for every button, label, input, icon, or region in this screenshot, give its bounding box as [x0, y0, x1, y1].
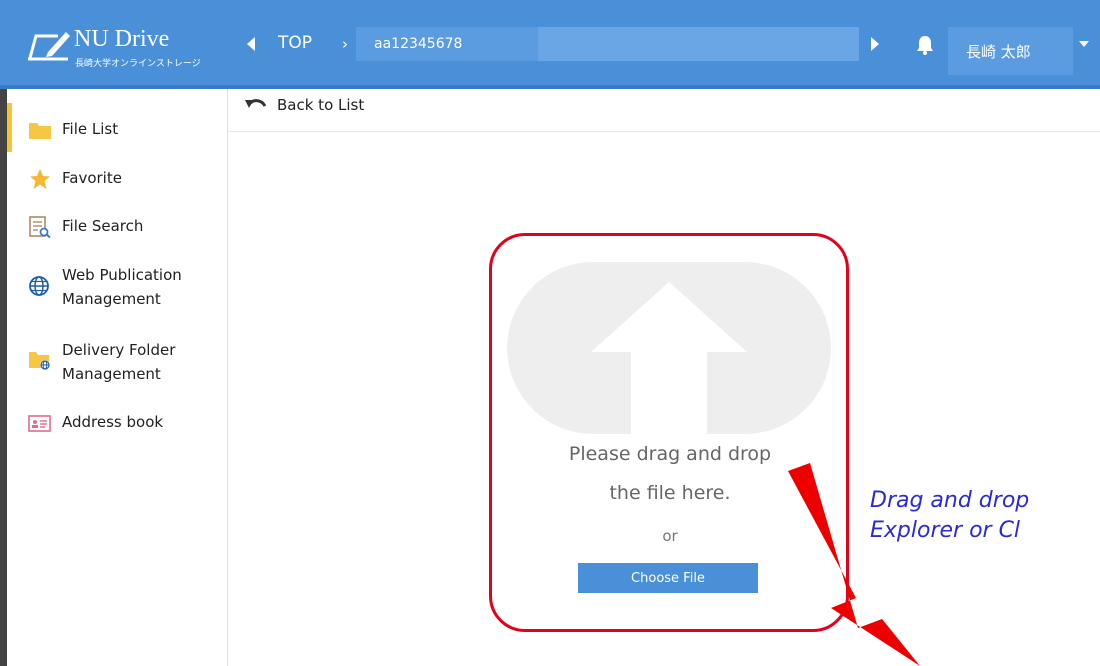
nu-drive-logo[interactable]: NU Drive 長崎大学オンラインストレージ	[28, 24, 228, 70]
file-search-icon	[29, 216, 51, 238]
sidebar-item-label: Address book	[62, 413, 164, 431]
nav-forward-arrow-icon[interactable]	[868, 35, 882, 53]
annotation-arrow-icon	[788, 463, 920, 666]
sidebar-item-label-line-1: Delivery Folder	[62, 341, 176, 359]
user-name[interactable]: 長崎 太郎	[966, 41, 1031, 62]
globe-icon	[29, 276, 49, 296]
breadcrumb-current[interactable]: aa12345678	[374, 36, 462, 52]
choose-file-button[interactable]: Choose File	[578, 563, 758, 593]
undo-arrow-icon[interactable]	[244, 96, 268, 114]
window-left-edge	[0, 89, 7, 666]
sidebar-item-label-line-1: Web Publication	[62, 266, 182, 284]
breadcrumb-top[interactable]: TOP	[278, 33, 312, 53]
nav-back-arrow-icon[interactable]	[244, 35, 258, 53]
logo-title: NU Drive	[74, 26, 170, 52]
sidebar-item-label: Favorite	[62, 169, 122, 187]
folder-icon	[29, 123, 51, 139]
back-to-list-link[interactable]: Back to List	[277, 96, 364, 114]
drop-instruction-line-1: Please drag and drop	[568, 443, 772, 465]
delivery-folder-icon	[29, 352, 50, 370]
sidebar-item-label-line-2: Management	[62, 290, 161, 308]
sidebar-item-label: File Search	[62, 217, 144, 235]
chevron-down-icon[interactable]	[1078, 39, 1090, 49]
breadcrumb-separator-icon: ›	[342, 35, 348, 53]
laptop-pen-icon	[28, 32, 70, 61]
logo-subtitle: 長崎大学オンラインストレージ	[75, 59, 201, 69]
sidebar-divider	[227, 89, 228, 666]
active-item-indicator	[7, 103, 12, 152]
notification-bell-icon[interactable]	[914, 34, 936, 56]
address-book-icon	[28, 415, 51, 432]
star-icon	[30, 169, 50, 189]
sidebar-item-label-line-2: Management	[62, 365, 161, 383]
sidebar-item-label: File List	[62, 120, 119, 138]
